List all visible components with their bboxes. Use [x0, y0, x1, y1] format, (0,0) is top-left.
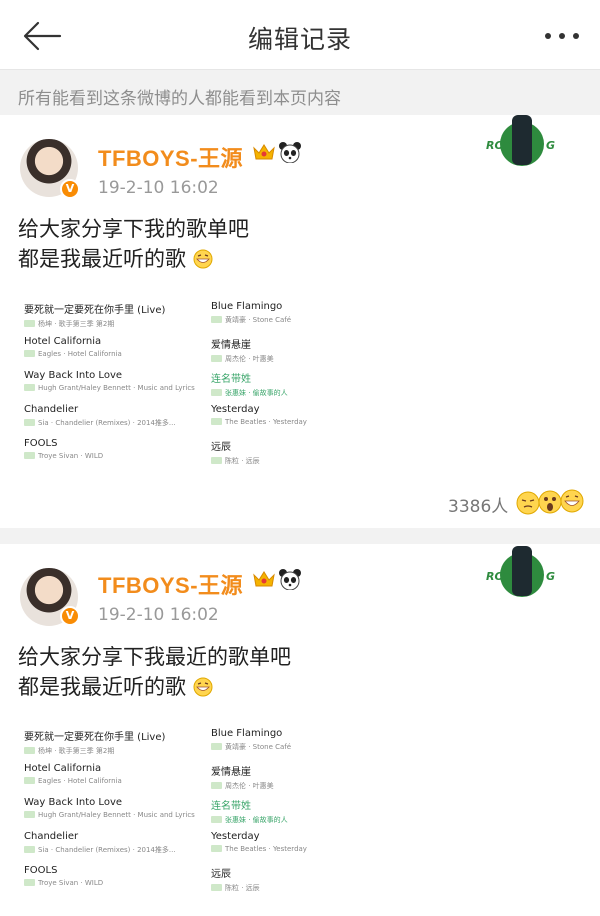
panda-icon: [279, 142, 301, 163]
song-item[interactable]: FOOLS Troye Sivan · WILD: [24, 438, 210, 472]
song-item[interactable]: 爱情悬崖 周杰伦 · 叶惠美: [211, 763, 397, 797]
reaction-count[interactable]: 3386人: [448, 492, 508, 517]
song-item[interactable]: Hotel California Eagles · Hotel Californi…: [24, 336, 210, 370]
post-line-1: 给大家分享下我最近的歌单吧: [18, 645, 291, 669]
shocked-emoji-icon: [538, 490, 562, 514]
author-name[interactable]: TFBOYS-王源: [98, 568, 243, 600]
author-name[interactable]: TFBOYS-王源: [98, 141, 243, 173]
post-time: 19-2-10 16:02: [98, 605, 219, 625]
song-item[interactable]: 爱情悬崖 周杰伦 · 叶惠美: [211, 336, 397, 370]
crown-icon: [253, 571, 275, 587]
post-line-2: 都是我最近听的歌: [18, 672, 291, 702]
song-item[interactable]: Chandelier Sia · Chandelier (Remixes) · 2…: [24, 831, 210, 865]
song-item[interactable]: Yesterday The Beatles · Yesterday: [211, 404, 397, 438]
post-text: 给大家分享下我的歌单吧 都是我最近听的歌: [18, 214, 249, 274]
overlay-logo: ROY G: [486, 115, 555, 166]
song-item[interactable]: Blue Flamingo 黄靖豪 · Stone Café: [211, 728, 397, 762]
reaction-emoji-icons[interactable]: [516, 489, 586, 515]
panda-icon: [279, 569, 301, 590]
overlay-text-2: G: [546, 139, 555, 152]
song-item[interactable]: 连名带姓 张惠妹 · 偷故事的人: [211, 797, 397, 831]
overlay-text: ROY: [486, 570, 512, 583]
song-item[interactable]: 要死就一定要死在你手里 (Live) 杨坤 · 歌手第三季 第2期: [24, 301, 210, 335]
post-card[interactable]: V TFBOYS-王源 19-2-10 16:02 ROY G 给大家分享下我最…: [0, 544, 600, 916]
song-item[interactable]: Chandelier Sia · Chandelier (Remixes) · 2…: [24, 404, 210, 438]
more-dots-icon[interactable]: [542, 22, 582, 50]
post-text: 给大家分享下我最近的歌单吧 都是我最近听的歌: [18, 642, 291, 702]
post-line-2-text: 都是我最近听的歌: [18, 675, 186, 699]
smirk-emoji-icon: [516, 491, 540, 515]
grin-emoji-icon: [193, 249, 213, 269]
song-item[interactable]: 远辰 陈粒 · 远辰: [211, 438, 397, 472]
song-item[interactable]: FOOLS Troye Sivan · WILD: [24, 865, 210, 899]
playlist-image[interactable]: 要死就一定要死在你手里 (Live) 杨坤 · 歌手第三季 第2期 Hotel C…: [18, 724, 392, 900]
post-line-2: 都是我最近听的歌: [18, 244, 249, 274]
visibility-notice: 所有能看到这条微博的人都能看到本页内容: [0, 71, 600, 115]
crown-icon: [253, 144, 275, 160]
playlist-image[interactable]: 要死就一定要死在你手里 (Live) 杨坤 · 歌手第三季 第2期 Hotel C…: [18, 297, 392, 473]
verified-badge-icon: V: [60, 606, 80, 626]
song-item[interactable]: Blue Flamingo 黄靖豪 · Stone Café: [211, 301, 397, 335]
song-item[interactable]: 连名带姓 张惠妹 · 偷故事的人: [211, 370, 397, 404]
post-card[interactable]: V TFBOYS-王源 19-2-10 16:02 ROY G 给大家分享下我的…: [0, 115, 600, 528]
song-item[interactable]: Way Back Into Love Hugh Grant/Haley Benne…: [24, 797, 210, 831]
post-time: 19-2-10 16:02: [98, 178, 219, 198]
overlay-text: ROY: [486, 139, 512, 152]
song-item[interactable]: 远辰 陈粒 · 远辰: [211, 865, 397, 899]
verified-badge-icon: V: [60, 179, 80, 199]
song-item[interactable]: 要死就一定要死在你手里 (Live) 杨坤 · 歌手第三季 第2期: [24, 728, 210, 762]
post-line-1: 给大家分享下我的歌单吧: [18, 217, 249, 241]
top-bar: 编辑记录: [0, 0, 600, 70]
song-item[interactable]: Way Back Into Love Hugh Grant/Haley Benne…: [24, 370, 210, 404]
song-item[interactable]: Hotel California Eagles · Hotel Californi…: [24, 763, 210, 797]
overlay-text-2: G: [546, 570, 555, 583]
song-item[interactable]: Yesterday The Beatles · Yesterday: [211, 831, 397, 865]
page-title: 编辑记录: [247, 25, 352, 54]
grin-emoji-icon: [560, 489, 584, 513]
grin-emoji-icon: [193, 677, 213, 697]
post-line-2-text: 都是我最近听的歌: [18, 247, 186, 271]
overlay-logo: ROY G: [486, 546, 555, 597]
